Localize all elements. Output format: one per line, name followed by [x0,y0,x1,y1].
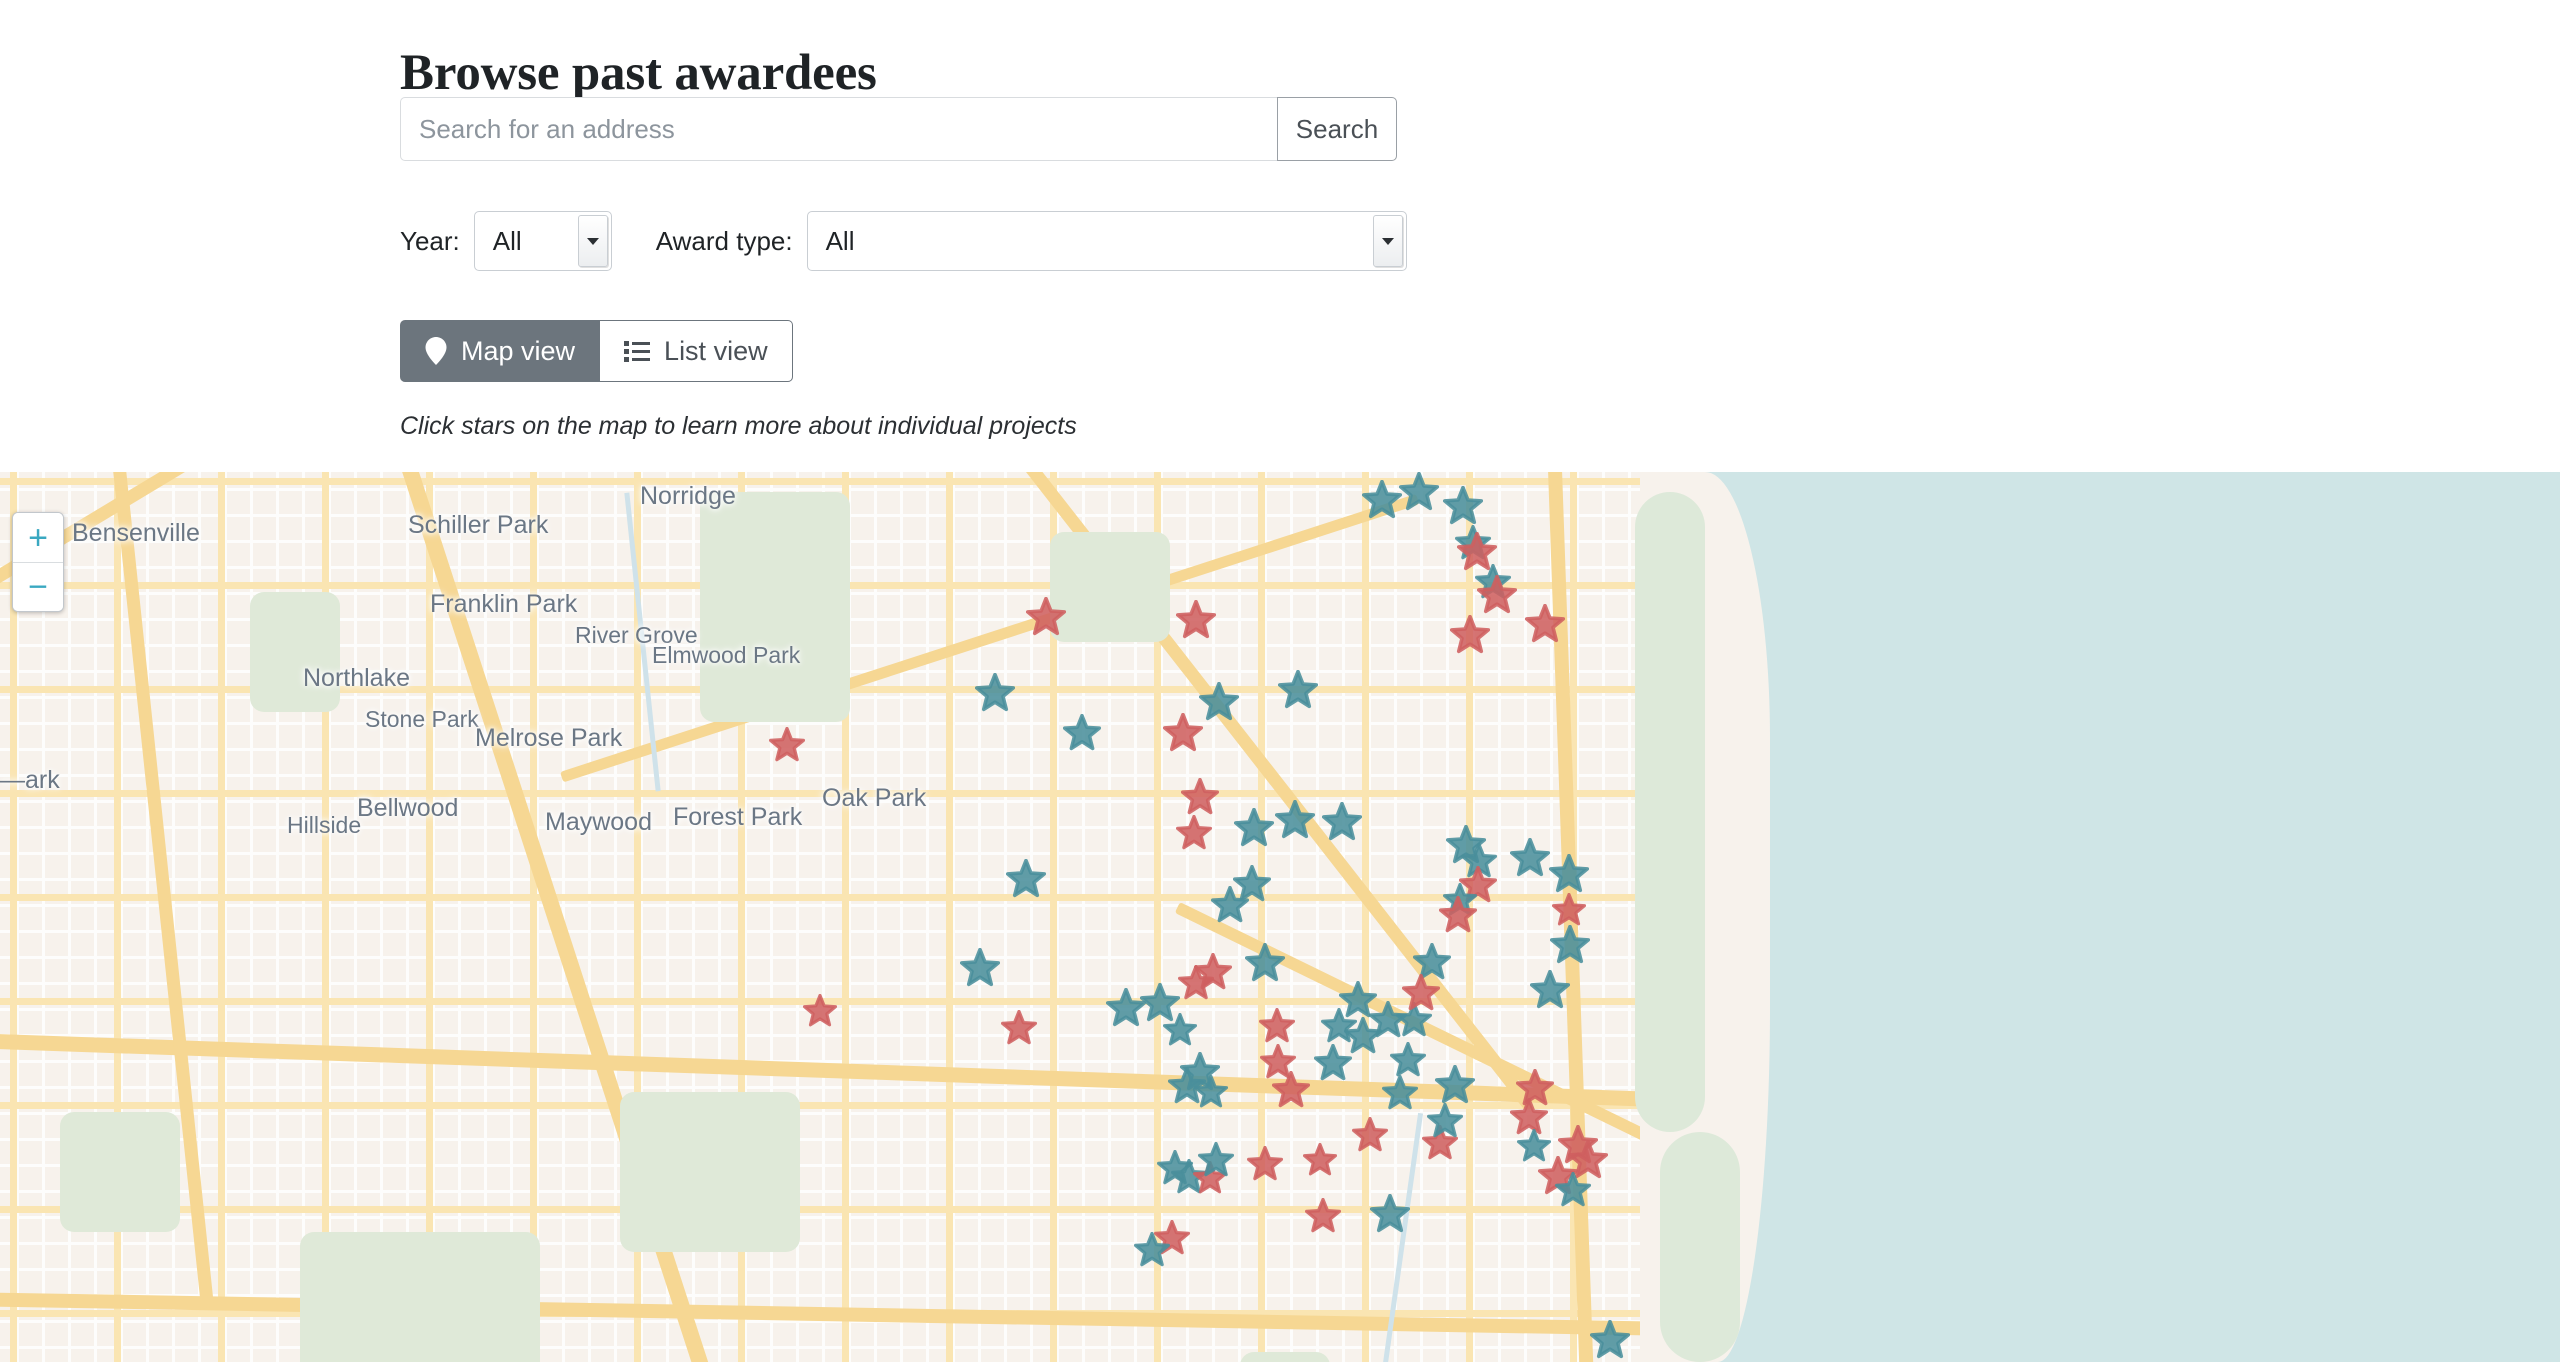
page-title: Browse past awardees [400,45,877,102]
award-star[interactable] [1305,1198,1341,1234]
list-view-label: List view [664,335,768,366]
award-star[interactable] [1552,893,1586,927]
zoom-in-button[interactable]: + [13,513,63,562]
award-type-select[interactable]: All [806,211,1407,271]
search-button[interactable]: Search [1277,97,1397,161]
award-star[interactable] [803,994,837,1028]
award-star[interactable] [1278,670,1318,710]
award-star[interactable] [1382,1075,1418,1111]
list-icon [624,341,651,362]
map-zoom-controls[interactable]: + − [12,512,64,612]
award-star[interactable] [1211,886,1249,924]
award-star[interactable] [1590,1320,1630,1360]
year-select-wrap[interactable]: All [473,211,612,271]
map-canvas[interactable]: Norridge Schiller Park Bensenville Franklin… [0,472,2560,1362]
award-star[interactable] [1370,1194,1410,1234]
award-star[interactable] [1245,943,1285,983]
award-star[interactable] [1510,838,1550,878]
award-star[interactable] [1181,778,1219,816]
map-pin-icon [425,337,447,365]
award-stars-layer[interactable] [0,472,2560,1362]
award-star[interactable] [1247,1146,1283,1182]
award-star[interactable] [1259,1008,1295,1044]
award-type-filter-label: Award type: [655,225,793,256]
award-star[interactable] [960,948,1000,988]
controls-panel: Browse past awardees Search Year: All Aw… [0,0,2560,472]
award-star[interactable] [1275,800,1315,840]
award-star[interactable] [1435,1065,1475,1105]
map-hint-text: Click stars on the map to learn more abo… [400,412,1077,440]
zoom-out-button[interactable]: − [13,562,63,611]
award-star[interactable] [1427,1103,1463,1139]
award-star[interactable] [1198,1142,1234,1178]
list-view-button[interactable]: List view [600,320,793,382]
award-star[interactable] [1443,486,1483,526]
award-star[interactable] [1314,1044,1352,1082]
chevron-down-icon[interactable] [1372,215,1403,267]
award-star[interactable] [1163,1013,1197,1047]
award-star[interactable] [1352,1117,1388,1153]
address-search-form: Search [400,97,1397,161]
award-star[interactable] [1555,1172,1591,1208]
award-star[interactable] [1001,1010,1037,1046]
award-star[interactable] [1063,714,1101,752]
award-star[interactable] [1026,597,1066,637]
award-star[interactable] [1477,575,1517,615]
search-input[interactable] [400,97,1277,161]
award-star[interactable] [1450,615,1490,655]
awardee-browser-page: Browse past awardees Search Year: All Aw… [0,0,2560,1362]
award-star[interactable] [769,727,805,763]
award-star[interactable] [1194,953,1232,991]
year-filter-label: Year: [400,225,460,256]
award-star[interactable] [1303,1143,1337,1177]
map-view-button[interactable]: Map view [400,320,601,382]
award-star[interactable] [1176,815,1212,851]
award-star[interactable] [1525,604,1565,644]
award-star[interactable] [1163,713,1203,753]
map-view-label: Map view [461,335,576,366]
award-type-select-wrap[interactable]: All [806,211,1407,271]
award-star[interactable] [1272,1071,1310,1109]
award-star[interactable] [1399,472,1439,512]
award-star[interactable] [1176,600,1216,640]
award-star[interactable] [1362,480,1402,520]
award-star[interactable] [1439,896,1477,934]
award-star[interactable] [975,673,1015,713]
award-star[interactable] [1402,974,1440,1012]
award-star[interactable] [1322,802,1362,842]
award-star[interactable] [1321,1008,1357,1044]
award-star[interactable] [1234,808,1274,848]
award-star[interactable] [1134,1232,1170,1268]
chevron-down-icon[interactable] [577,215,608,267]
view-toggle-group: Map view List view [400,320,793,382]
award-star[interactable] [1199,682,1239,722]
award-star[interactable] [1390,1042,1426,1078]
award-star[interactable] [1549,854,1589,894]
filter-row: Year: All Award type: All [400,205,1407,277]
award-star[interactable] [1106,988,1146,1028]
award-star[interactable] [1006,859,1046,899]
award-star[interactable] [1194,1075,1228,1109]
award-star[interactable] [1550,925,1590,965]
award-star[interactable] [1530,970,1570,1010]
